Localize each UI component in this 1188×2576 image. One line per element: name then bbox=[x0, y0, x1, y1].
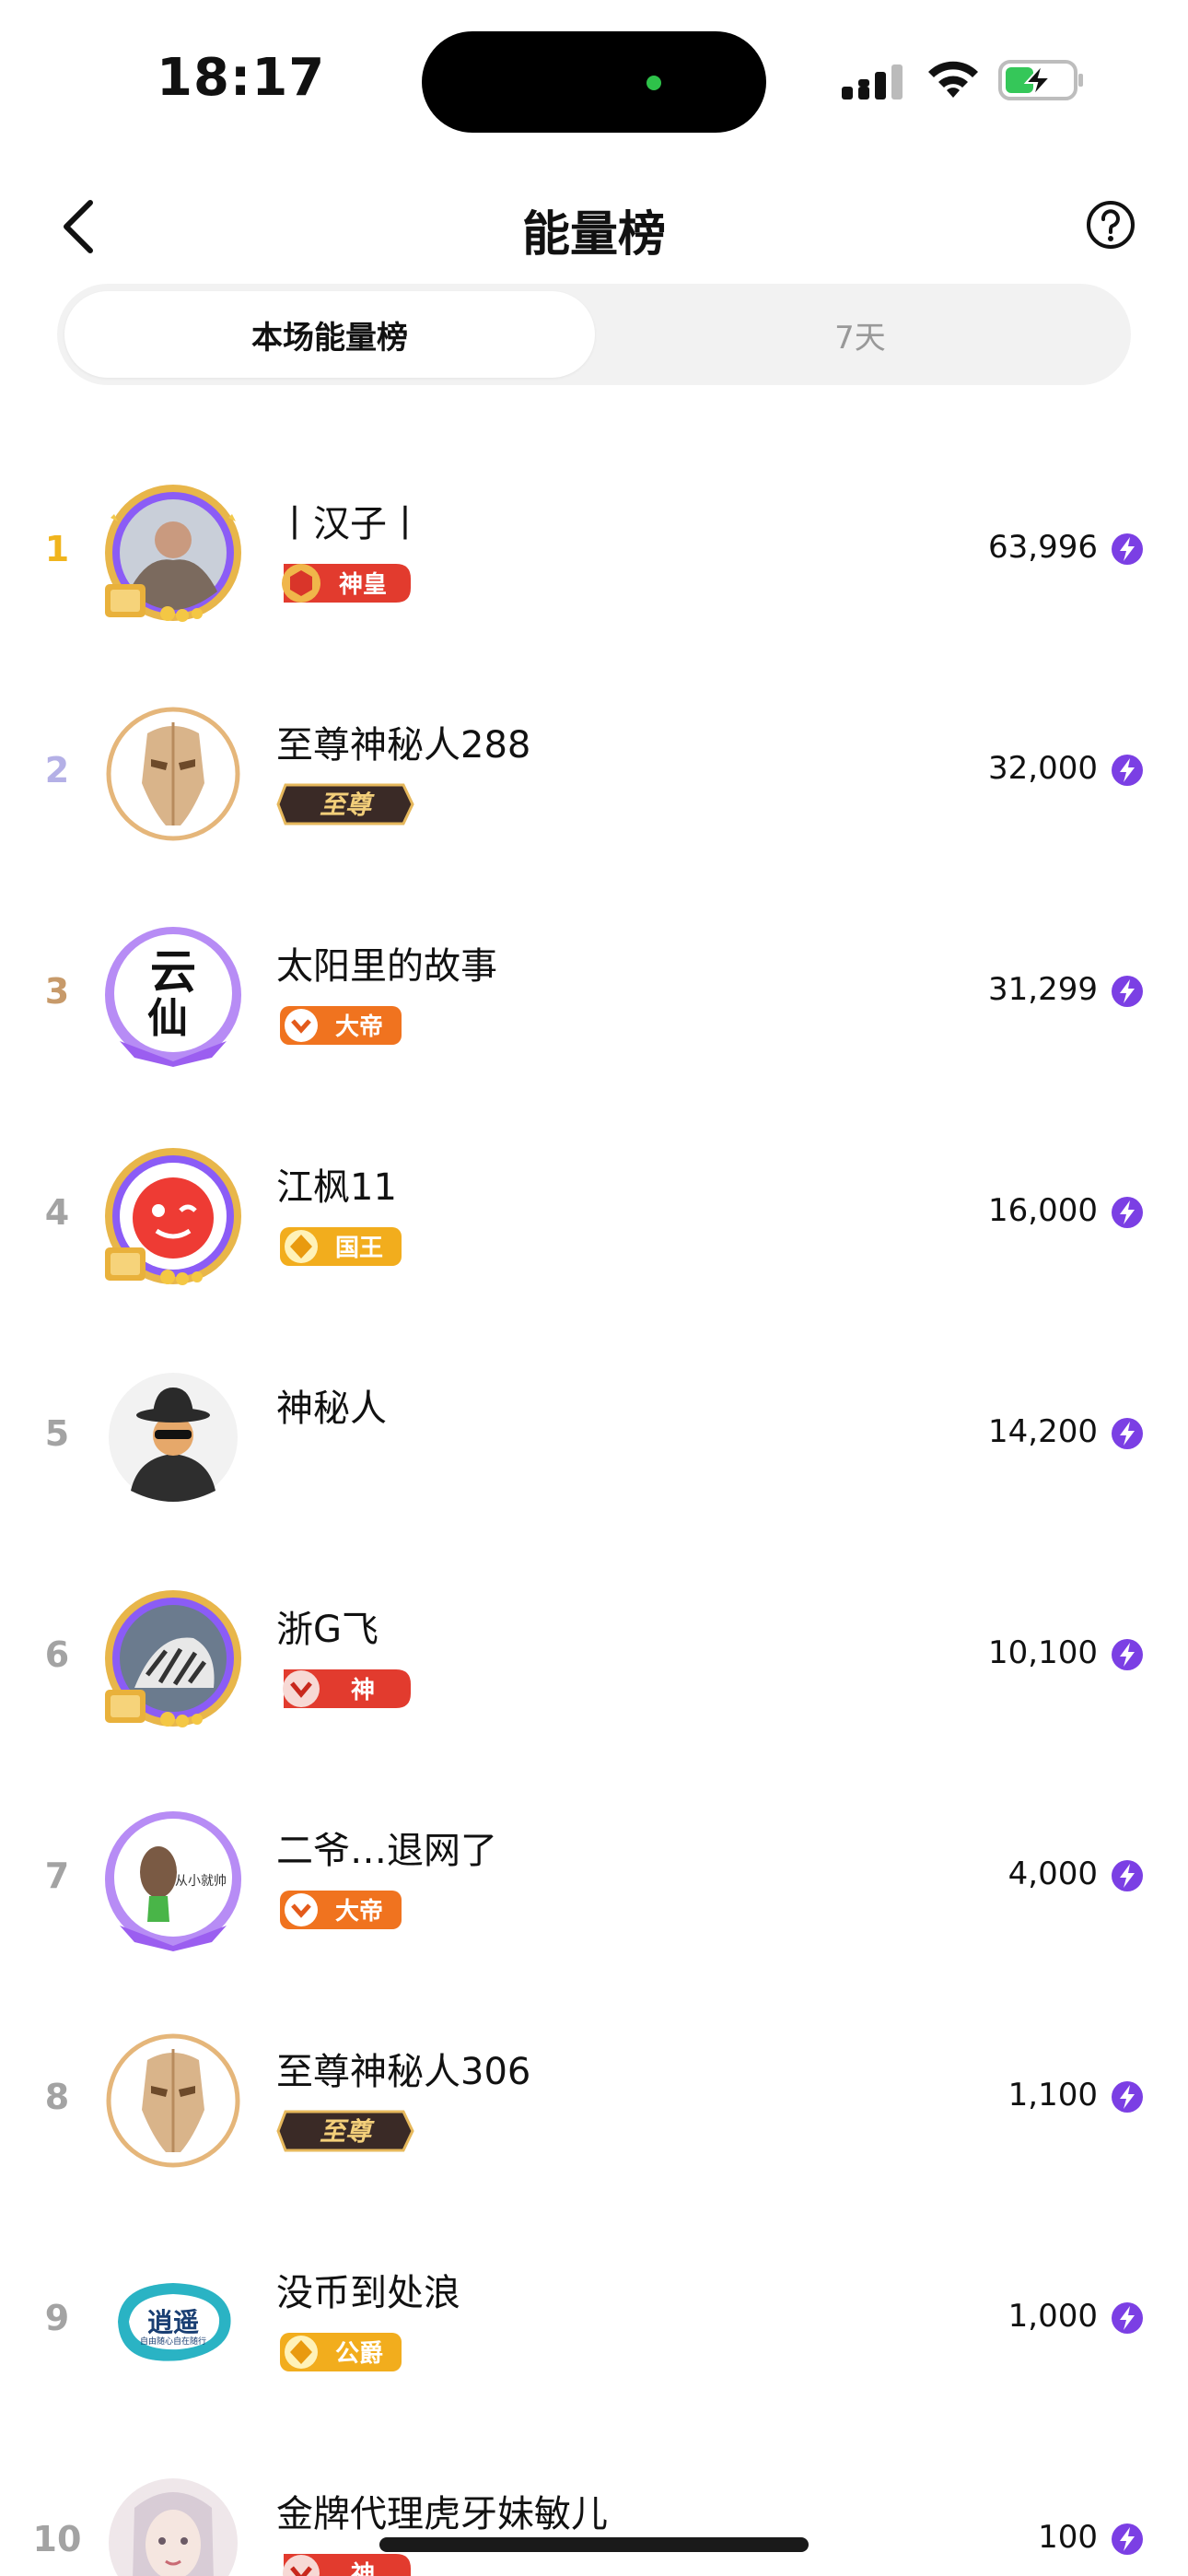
lightning-icon bbox=[1112, 2523, 1143, 2555]
level-badge: 神皇 bbox=[282, 564, 411, 603]
avatar[interactable]: 逍遥 自由随心自在随行 bbox=[101, 2250, 245, 2394]
tab-current-session[interactable]: 本场能量榜 bbox=[64, 291, 595, 378]
badge-label: 国王 bbox=[335, 1235, 383, 1262]
ranking-row[interactable]: 4 江枫11 国王 16,000 bbox=[0, 1104, 1188, 1325]
user-name: 没币到处浪 bbox=[276, 2272, 460, 2314]
level-badge: 神 bbox=[283, 1669, 411, 1708]
avatar-glyph: 逍遥 bbox=[147, 2307, 199, 2337]
user-name: 丨汉子丨 bbox=[276, 503, 424, 545]
lightning-icon bbox=[1112, 533, 1143, 565]
ranking-row[interactable]: 6 浙G飞 神 10,100 bbox=[0, 1546, 1188, 1767]
user-name: 太阳里的故事 bbox=[276, 945, 497, 988]
status-bar: 18:17 bbox=[0, 0, 1188, 157]
badge-label: 至尊 bbox=[320, 790, 375, 820]
energy-score: 16,000 bbox=[988, 1192, 1098, 1229]
ranking-tabs: 本场能量榜 7天 bbox=[57, 284, 1131, 385]
energy-score: 10,100 bbox=[988, 1634, 1098, 1671]
level-badge: 神 bbox=[283, 2554, 411, 2576]
energy-score: 32,000 bbox=[988, 750, 1098, 787]
ranking-row[interactable]: 2 至尊神秘人288 至尊 32,000 bbox=[0, 662, 1188, 883]
avatar-caption: 自由随心自在随行 bbox=[140, 2336, 206, 2347]
status-time: 18:17 bbox=[157, 48, 326, 108]
badge-label: 神 bbox=[351, 1677, 375, 1704]
badge-label: 神 bbox=[351, 2561, 375, 2576]
user-name: 浙G飞 bbox=[276, 1609, 379, 1651]
rank-number: 6 bbox=[44, 1634, 70, 1675]
rank-number: 2 bbox=[44, 750, 70, 790]
ranking-row[interactable]: 7 从小就帅 二爷…退网了 大帝 4,000 bbox=[0, 1767, 1188, 1988]
ranking-row[interactable]: 5 神秘人 14,200 bbox=[0, 1325, 1188, 1546]
rank-number: 5 bbox=[44, 1413, 70, 1454]
nav-bar: 能量榜 bbox=[0, 175, 1188, 276]
energy-score: 31,299 bbox=[988, 971, 1098, 1008]
avatar[interactable]: 从小就帅 bbox=[101, 1808, 245, 1951]
ranking-row[interactable]: 3 云 仙 太阳里的故事 大帝 31,299 bbox=[0, 883, 1188, 1104]
lightning-icon bbox=[1112, 1860, 1143, 1891]
avatar[interactable] bbox=[101, 702, 245, 846]
dynamic-island bbox=[422, 31, 766, 133]
ranking-row[interactable]: 10 金牌代理虎牙妹敏儿 神 100 bbox=[0, 2430, 1188, 2576]
lightning-icon bbox=[1112, 755, 1143, 786]
lightning-icon bbox=[1112, 1639, 1143, 1670]
rank-number: 10 bbox=[32, 2519, 82, 2559]
user-name: 二爷…退网了 bbox=[276, 1830, 497, 1872]
avatar-glyph: 仙 bbox=[147, 995, 188, 1042]
avatar[interactable] bbox=[101, 1365, 245, 1509]
avatar[interactable]: 云 仙 bbox=[101, 923, 245, 1067]
energy-score: 14,200 bbox=[988, 1413, 1098, 1450]
lightning-icon bbox=[1112, 976, 1143, 1007]
rank-number: 4 bbox=[44, 1192, 70, 1233]
lightning-icon bbox=[1112, 1197, 1143, 1228]
rank-number: 8 bbox=[44, 2077, 70, 2117]
level-badge: 公爵 bbox=[280, 2333, 402, 2371]
avatar-glyph: 从小就帅 bbox=[175, 1874, 227, 1889]
avatar[interactable] bbox=[101, 2471, 245, 2576]
tab-7-days[interactable]: 7天 bbox=[595, 291, 1125, 378]
user-name: 至尊神秘人288 bbox=[276, 724, 531, 767]
avatar[interactable] bbox=[101, 2029, 245, 2172]
user-name: 至尊神秘人306 bbox=[276, 2051, 531, 2093]
level-badge: 至尊 bbox=[276, 783, 414, 825]
badge-label: 公爵 bbox=[335, 2340, 383, 2368]
ranking-row[interactable]: 9 逍遥 自由随心自在随行 没币到处浪 公爵 1,000 bbox=[0, 2209, 1188, 2430]
battery-charging-icon bbox=[998, 60, 1083, 100]
avatar[interactable] bbox=[101, 481, 245, 625]
user-name: 江枫11 bbox=[276, 1166, 397, 1209]
camera-indicator bbox=[646, 76, 661, 90]
avatar[interactable] bbox=[101, 1587, 245, 1730]
lightning-icon bbox=[1112, 2302, 1143, 2334]
avatar[interactable] bbox=[101, 1144, 245, 1288]
lightning-icon bbox=[1112, 1418, 1143, 1449]
level-badge: 大帝 bbox=[280, 1891, 402, 1929]
badge-label: 至尊 bbox=[320, 2116, 375, 2147]
lightning-icon bbox=[1112, 2081, 1143, 2113]
ranking-row[interactable]: 8 至尊神秘人306 至尊 1,100 bbox=[0, 1988, 1188, 2209]
wifi-icon bbox=[928, 61, 978, 98]
ranking-row[interactable]: 1 丨汉子丨 神皇 63,996 bbox=[0, 440, 1188, 662]
badge-label: 神皇 bbox=[339, 571, 387, 599]
badge-label: 大帝 bbox=[335, 1013, 383, 1041]
level-badge: 至尊 bbox=[276, 2110, 414, 2152]
rank-number: 3 bbox=[44, 971, 70, 1012]
help-button[interactable] bbox=[1085, 199, 1136, 251]
user-name: 神秘人 bbox=[276, 1388, 387, 1430]
rank-number: 9 bbox=[44, 2298, 70, 2338]
energy-score: 1,100 bbox=[1007, 2077, 1098, 2113]
cellular-signal-icon bbox=[842, 64, 903, 100]
rank-number: 1 bbox=[44, 529, 70, 569]
energy-score: 1,000 bbox=[1007, 2298, 1098, 2335]
energy-score: 100 bbox=[1038, 2519, 1098, 2556]
rank-number: 7 bbox=[44, 1856, 70, 1896]
home-indicator[interactable] bbox=[379, 2537, 809, 2552]
badge-label: 大帝 bbox=[335, 1897, 383, 1926]
page-title: 能量榜 bbox=[521, 207, 666, 263]
energy-score: 63,996 bbox=[988, 529, 1098, 566]
avatar-glyph: 云 bbox=[150, 945, 196, 999]
user-name: 金牌代理虎牙妹敏儿 bbox=[276, 2493, 608, 2535]
energy-score: 4,000 bbox=[1007, 1856, 1098, 1892]
level-badge: 大帝 bbox=[280, 1006, 402, 1045]
level-badge: 国王 bbox=[280, 1227, 402, 1266]
